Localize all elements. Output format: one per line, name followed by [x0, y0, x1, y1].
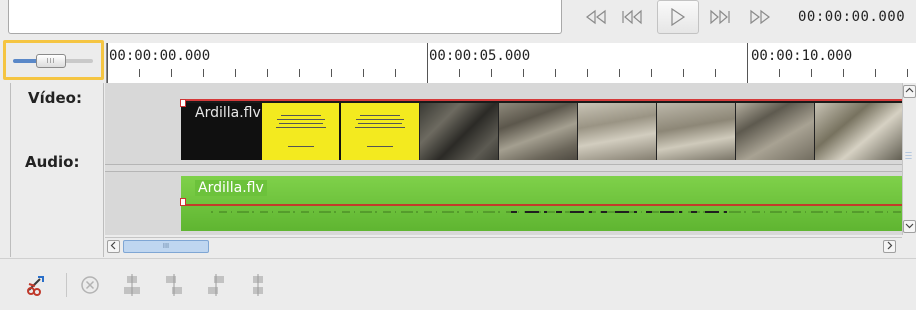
video-thumbnail — [260, 103, 339, 160]
timeline-zoom-slider[interactable]: III — [3, 40, 104, 80]
ruler-minor-tick — [203, 69, 204, 77]
align-left-button[interactable] — [162, 273, 186, 297]
rewind-button[interactable] — [582, 2, 610, 32]
fast-forward-icon — [750, 9, 770, 25]
ruler-minor-tick — [651, 69, 652, 77]
track-headers: Vídeo: Audio: — [10, 83, 104, 257]
video-thumbnail — [656, 103, 735, 160]
ruler-minor-tick — [267, 69, 268, 77]
audio-volume-line[interactable] — [181, 204, 902, 206]
ruler-major-tick — [427, 43, 428, 83]
ruler-minor-tick — [395, 69, 396, 77]
delete-icon — [81, 276, 99, 294]
ruler-minor-tick — [491, 69, 492, 77]
horizontal-scroll-thumb[interactable]: III — [123, 240, 209, 253]
thumbnail-text-lines — [262, 115, 339, 147]
scroll-right-button[interactable] — [883, 240, 896, 253]
chevron-left-icon — [110, 241, 116, 250]
delete-button[interactable] — [78, 273, 102, 297]
ruler-minor-tick — [555, 69, 556, 77]
scroll-up-button[interactable] — [903, 85, 916, 98]
zoom-slider-thumb[interactable]: III — [36, 54, 66, 68]
audio-clip-name: Ardilla.flv — [195, 180, 267, 196]
ruler-minor-tick — [779, 69, 780, 77]
video-clip[interactable]: Ardilla.flv — [181, 99, 902, 160]
ruler-minor-tick — [715, 69, 716, 77]
audio-track-label: Audio: — [25, 153, 80, 171]
skip-start-button[interactable] — [618, 2, 646, 32]
ruler-minor-tick — [235, 69, 236, 77]
ruler-minor-tick — [811, 69, 812, 77]
video-thumbnail — [419, 103, 498, 160]
pane-resize-grip[interactable] — [440, 39, 490, 54]
ruler-minor-tick — [587, 69, 588, 77]
timecode-display: 00:00:00.000 — [798, 9, 906, 25]
video-clip-trim-handle[interactable] — [180, 99, 186, 107]
timeline-toolbar — [0, 258, 916, 310]
video-track-label: Vídeo: — [28, 89, 82, 107]
toolbar-separator — [66, 273, 67, 297]
time-ruler[interactable]: 00:00:00.000 00:00:05.000 00:00:10.000 — [106, 43, 916, 83]
video-thumbnail — [498, 103, 577, 160]
video-thumbnail — [577, 103, 656, 160]
play-icon — [671, 8, 686, 26]
ruler-major-tick — [747, 43, 748, 83]
ruler-minor-tick — [459, 69, 460, 77]
ruler-minor-tick — [363, 69, 364, 77]
scroll-left-button[interactable] — [107, 240, 120, 253]
skip-end-button[interactable] — [706, 2, 734, 32]
ruler-minor-tick — [875, 69, 876, 77]
horizontal-scrollbar[interactable]: III — [105, 237, 902, 255]
ruler-minor-tick — [299, 69, 300, 77]
ruler-minor-tick — [843, 69, 844, 77]
ruler-minor-tick — [683, 69, 684, 77]
video-thumbnail — [735, 103, 814, 160]
scroll-down-button[interactable] — [903, 220, 916, 233]
align-left-icon — [166, 274, 182, 296]
scroll-grip-icon: — — — — [905, 148, 912, 162]
unlink-clip-button[interactable] — [24, 273, 48, 297]
ruler-minor-tick — [523, 69, 524, 77]
viewer-toolbar: 00:00:00.000 — [0, 0, 916, 54]
play-button[interactable] — [657, 0, 699, 34]
ruler-minor-tick — [331, 69, 332, 77]
ruler-minor-tick — [619, 69, 620, 77]
video-thumbnail — [814, 103, 902, 160]
skip-start-icon — [622, 9, 642, 25]
align-right-button[interactable] — [204, 273, 228, 297]
project-title-field[interactable] — [8, 0, 562, 34]
distribute-button[interactable] — [246, 273, 270, 297]
ruler-minor-tick — [907, 69, 908, 77]
thumbnail-text-lines — [341, 115, 419, 147]
timeline-canvas[interactable]: Ardilla.flv Ardilla.flv — [105, 83, 902, 235]
video-clip-name: Ardilla.flv — [195, 105, 261, 121]
distribute-icon — [253, 274, 263, 296]
ruler-label: 00:00:10.000 — [751, 48, 853, 64]
audio-waveform — [211, 211, 901, 213]
chevron-down-icon — [905, 223, 914, 229]
ruler-minor-tick — [139, 69, 140, 77]
vertical-scrollbar[interactable]: — — — — [902, 83, 916, 235]
audio-clip-trim-handle[interactable] — [180, 198, 186, 206]
zoom-slider-track — [63, 59, 93, 63]
unlink-clip-icon — [27, 276, 44, 296]
ruler-label: 00:00:00.000 — [109, 48, 211, 64]
chevron-right-icon — [887, 241, 893, 250]
skip-end-icon — [710, 9, 730, 25]
align-center-icon — [124, 274, 140, 296]
rewind-icon — [586, 9, 606, 25]
ruler-minor-tick — [171, 69, 172, 77]
align-center-button[interactable] — [120, 273, 144, 297]
video-thumbnail — [339, 103, 419, 160]
ruler-major-tick — [107, 43, 108, 83]
ruler-label: 00:00:05.000 — [429, 48, 531, 64]
audio-clip[interactable]: Ardilla.flv — [181, 176, 902, 231]
chevron-up-icon — [905, 87, 914, 93]
fast-forward-button[interactable] — [746, 2, 774, 32]
align-right-icon — [208, 274, 224, 296]
